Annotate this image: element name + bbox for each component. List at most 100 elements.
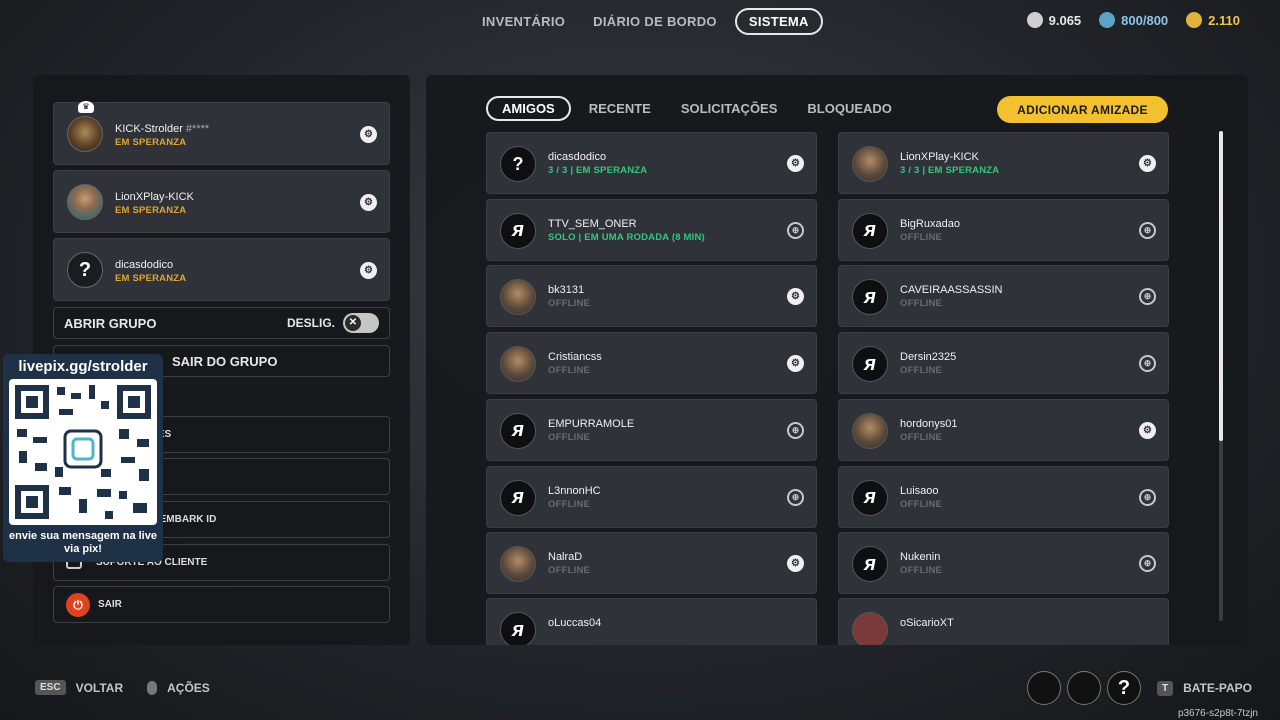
party-member[interactable]: ? dicasdodico EM SPERANZA ⚙ [53, 238, 390, 301]
friend-status: OFFLINE [900, 231, 943, 243]
close-icon: ✕ [345, 315, 361, 331]
coins-value: 9.065 [1048, 12, 1082, 28]
steam-icon: ⚙ [1139, 421, 1156, 439]
avatar: ? [500, 146, 536, 182]
embark-avatar-icon: ᴙ [852, 279, 888, 316]
avatar [500, 346, 536, 383]
friend-card[interactable]: ᴙ TTV_SEM_ONER SOLO | EM UMA RODADA (8 MIN… [486, 198, 817, 261]
qr-caption: envie sua mensagem na live via pix! [9, 530, 157, 555]
avatar: ? [67, 252, 103, 288]
friend-status: OFFLINE [548, 298, 591, 310]
tab-solicitacoes[interactable]: SOLICITAÇÕES [669, 97, 790, 120]
friend-card[interactable]: ᴙ BigRuxadao OFFLINE ⊕ [838, 198, 1169, 261]
friend-card[interactable]: ᴙ EMPURRAMOLE OFFLINE ⊕ [486, 398, 817, 461]
friend-name: Cristiancss [548, 351, 602, 364]
friend-card[interactable]: ᴙ Nukenin OFFLINE ⊕ [838, 532, 1169, 595]
member-name: dicasdodico [115, 259, 174, 271]
coin-icon [1026, 12, 1043, 28]
friend-card[interactable]: ᴙ oLuccas04 [486, 598, 817, 645]
embark-avatar-icon: ᴙ [500, 212, 536, 249]
tab-inventario[interactable]: INVENTÁRIO [472, 8, 575, 35]
friend-status: 3 / 3 | EM SPERANZA [900, 165, 1000, 176]
mouse-icon [147, 680, 158, 695]
tab-diario-de-bordo[interactable]: DIÁRIO DE BORDO [583, 8, 727, 35]
embark-avatar-icon: ᴙ [500, 612, 536, 645]
party-member[interactable]: LionXPlay-KICK EM SPERANZA ⚙ [53, 170, 390, 233]
steam-icon: ⚙ [1139, 155, 1156, 172]
embark-avatar-icon: ᴙ [852, 546, 888, 583]
embark-avatar-icon: ᴙ [852, 479, 888, 516]
friend-card[interactable]: LionXPlay-KICK 3 / 3 | EM SPERANZA ⚙ [838, 132, 1169, 194]
friend-card[interactable]: ᴙ CAVEIRAASSASSIN OFFLINE ⊕ [838, 265, 1169, 328]
friend-card[interactable]: ? dicasdodico 3 / 3 | EM SPERANZA ⚙ [486, 132, 817, 194]
friends-tabs: AMIGOS RECENTE SOLICITAÇÕES BLOQUEADO [486, 96, 904, 121]
member-name: LionXPlay-KICK [115, 191, 194, 203]
steam-icon: ⚙ [787, 288, 804, 306]
open-group-toggle[interactable]: ✕ [343, 313, 379, 333]
friend-card[interactable]: bk3131 OFFLINE ⚙ [486, 265, 817, 328]
tab-recente[interactable]: RECENTE [577, 97, 663, 120]
qr-code [9, 379, 157, 525]
friend-card[interactable]: Cristiancss OFFLINE ⚙ [486, 332, 817, 395]
friend-status: OFFLINE [548, 431, 591, 443]
globe-icon: ⊕ [787, 488, 804, 506]
friend-status: OFFLINE [900, 498, 943, 510]
friend-name: TTV_SEM_ONER [548, 217, 637, 230]
friend-status: OFFLINE [548, 498, 591, 510]
member-name: KICK-Strolder #**** [115, 123, 210, 135]
friend-card[interactable]: ᴙ L3nnonHC OFFLINE ⊕ [486, 465, 817, 528]
avatar [852, 412, 888, 449]
friends-panel: AMIGOS RECENTE SOLICITAÇÕES BLOQUEADO AD… [426, 75, 1248, 645]
scroll-thumb[interactable] [1219, 131, 1223, 441]
tab-bloqueado[interactable]: BLOQUEADO [795, 97, 904, 120]
globe-icon: ⊕ [787, 421, 804, 439]
member-status: EM SPERANZA [115, 205, 187, 216]
friend-name: Nukenin [900, 551, 941, 564]
steam-icon: ⚙ [360, 194, 377, 211]
friend-status: OFFLINE [900, 431, 943, 443]
back-button[interactable]: VOLTAR [76, 681, 124, 695]
friend-status: OFFLINE [900, 298, 943, 310]
friend-card[interactable]: ᴙ Dersin2325 OFFLINE ⊕ [838, 332, 1169, 395]
gold-currency: 2.110 [1186, 12, 1240, 28]
friend-name: L3nnonHC [548, 484, 601, 497]
friend-status: OFFLINE [900, 365, 943, 377]
tab-sistema[interactable]: SISTEMA [734, 8, 823, 35]
unknown-avatar-icon[interactable]: ? [1107, 671, 1141, 705]
gold-value: 2.110 [1208, 12, 1240, 28]
exit-button[interactable]: ⏻ SAIR [53, 586, 390, 623]
friend-card[interactable]: NalraD OFFLINE ⚙ [486, 532, 817, 595]
friend-card[interactable]: oSicarioXT [838, 598, 1169, 645]
steam-icon: ⚙ [360, 126, 377, 143]
avatar[interactable] [1067, 671, 1101, 705]
friend-card[interactable]: hordonys01 OFFLINE ⚙ [838, 398, 1169, 461]
friend-name: oLuccas04 [548, 617, 602, 629]
globe-icon: ⊕ [1139, 288, 1156, 306]
friend-name: NalraD [548, 551, 583, 564]
currency-bar: 9.065 800/800 2.110 [1026, 12, 1240, 28]
scrollbar[interactable] [1219, 131, 1223, 621]
friend-name: BigRuxadao [900, 217, 960, 230]
gold-icon [1186, 12, 1203, 28]
embark-avatar-icon: ᴙ [500, 479, 536, 516]
avatar[interactable] [1027, 671, 1061, 705]
friend-status: SOLO | EM UMA RODADA (8 MIN) [548, 231, 705, 243]
steam-icon: ⚙ [787, 555, 804, 573]
top-nav: INVENTÁRIO DIÁRIO DE BORDO SISTEMA 9.065… [0, 8, 1280, 36]
power-icon: ⏻ [66, 592, 90, 617]
globe-icon: ⊕ [1139, 488, 1156, 506]
bottom-hints: ESC VOLTAR AÇÕES [35, 680, 210, 695]
tab-amigos[interactable]: AMIGOS [486, 96, 571, 121]
friend-card[interactable]: ᴙ Luisaoo OFFLINE ⊕ [838, 465, 1169, 528]
actions-label: AÇÕES [167, 680, 210, 695]
globe-icon: ⊕ [1139, 355, 1156, 373]
chat-button[interactable]: T BATE-PAPO [1157, 680, 1252, 696]
session-id: p3676-s2p8t-7tzjn [1177, 708, 1258, 719]
avatar [500, 279, 536, 316]
open-group-row: ABRIR GRUPO DESLIG. ✕ [53, 307, 390, 339]
party-member[interactable]: ♛ KICK-Strolder #**** EM SPERANZA ⚙ [53, 101, 390, 165]
friend-name: EMPURRAMOLE [548, 417, 635, 430]
esc-key: ESC [35, 680, 66, 695]
add-friend-button[interactable]: ADICIONAR AMIZADE [997, 96, 1168, 123]
leave-group-label: SAIR DO GRUPO [172, 353, 278, 369]
